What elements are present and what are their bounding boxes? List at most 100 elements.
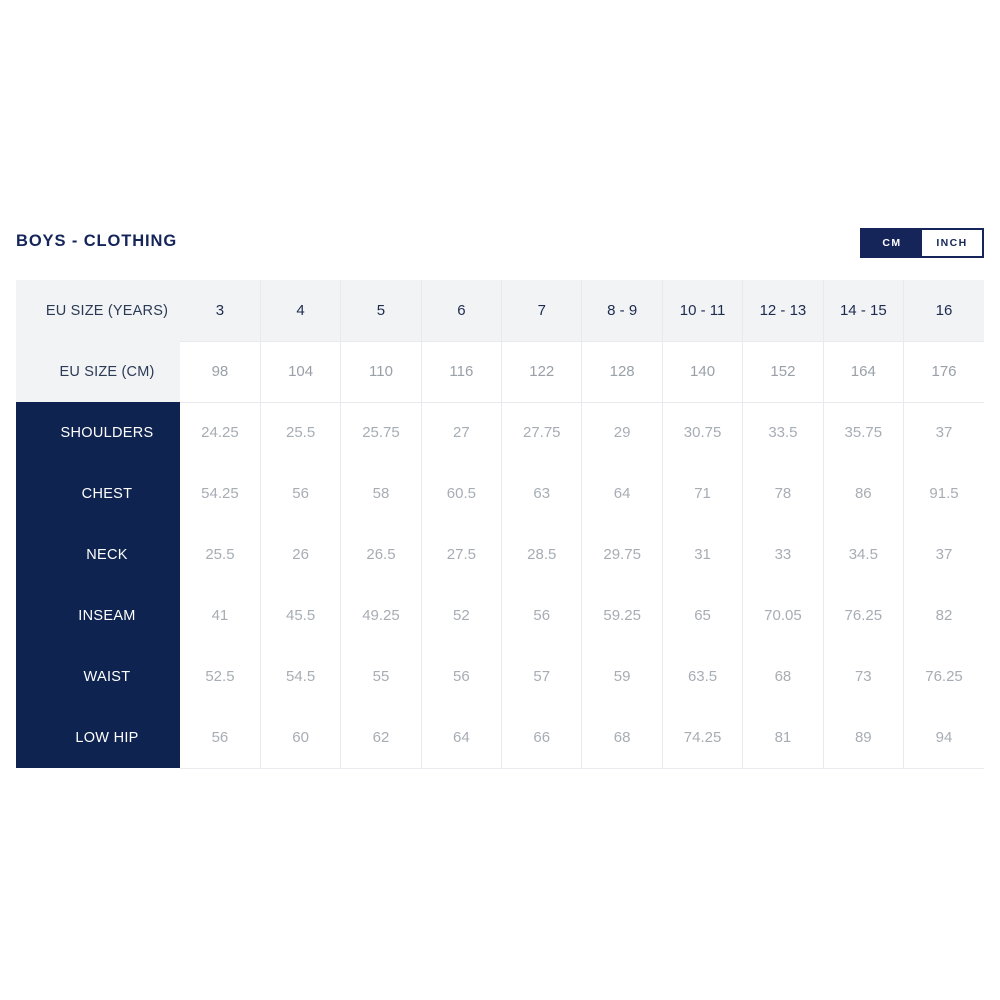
size-chart-table: EU SIZE (YEARS) 3 4 5 6 7 8 - 9 10 - 11 12 - 13 1… <box>16 280 984 769</box>
table-cell-measurement: 52 <box>421 585 503 646</box>
table-cell-measurement: 56 <box>180 707 261 769</box>
table-cell-measurement: 86 <box>823 463 905 524</box>
row-label-shoulders: SHOULDERS <box>16 402 180 463</box>
table-cell-measurement: 25.5 <box>180 524 261 585</box>
table-cell-measurement: 25.75 <box>340 402 422 463</box>
table-cell-measurement: 91.5 <box>903 463 984 524</box>
table-cell-measurement: 64 <box>421 707 503 769</box>
size-chart-page: BOYS - CLOTHING CM INCH EU SIZE (YEARS) 3… <box>0 0 1000 1000</box>
table-cell-measurement: 73 <box>823 646 905 707</box>
table-cell-size-years: 16 <box>903 280 984 341</box>
row-label-eu-size-cm: EU SIZE (CM) <box>16 341 180 402</box>
table-cell-measurement: 63 <box>501 463 583 524</box>
table-cell-measurement: 29 <box>581 402 663 463</box>
table-cell-size-cm: 164 <box>823 340 905 403</box>
table-cell-measurement: 33 <box>742 524 824 585</box>
table-cell-measurement: 89 <box>823 707 905 769</box>
table-cell-measurement: 30.75 <box>662 402 744 463</box>
table-cell-measurement: 54.25 <box>180 463 261 524</box>
table-row-low-hip: LOW HIP 56 60 62 64 66 68 74.25 81 89 94 <box>16 707 984 769</box>
row-label-waist: WAIST <box>16 646 180 707</box>
table-cell-measurement: 31 <box>662 524 744 585</box>
table-cell-measurement: 33.5 <box>742 402 824 463</box>
table-cell-size-cm: 104 <box>260 340 342 403</box>
table-cell-measurement: 76.25 <box>903 646 984 707</box>
table-cell-measurement: 27.75 <box>501 402 583 463</box>
table-cell-measurement: 62 <box>340 707 422 769</box>
table-cell-measurement: 60.5 <box>421 463 503 524</box>
table-cell-measurement: 27 <box>421 402 503 463</box>
table-cell-size-years: 7 <box>501 280 583 341</box>
row-label-neck: NECK <box>16 524 180 585</box>
table-cell-measurement: 26.5 <box>340 524 422 585</box>
table-cell-size-years: 6 <box>421 280 503 341</box>
table-row-neck: NECK 25.5 26 26.5 27.5 28.5 29.75 31 33 34.5 37 <box>16 524 984 585</box>
table-cell-measurement: 37 <box>903 402 984 463</box>
table-cell-measurement: 74.25 <box>662 707 744 769</box>
page-title: BOYS - CLOTHING <box>16 232 178 250</box>
table-row-eu-size-cm: EU SIZE (CM) 98 104 110 116 122 128 140 152 164 17… <box>16 340 984 403</box>
table-cell-measurement: 24.25 <box>180 402 261 463</box>
table-row-eu-size-years: EU SIZE (YEARS) 3 4 5 6 7 8 - 9 10 - 11 12 - 13 1… <box>16 280 984 341</box>
table-cell-measurement: 76.25 <box>823 585 905 646</box>
table-cell-measurement: 57 <box>501 646 583 707</box>
table-row-shoulders: SHOULDERS 24.25 25.5 25.75 27 27.75 29 30.75 33.… <box>16 402 984 463</box>
table-cell-size-cm: 116 <box>421 340 503 403</box>
table-row-inseam: INSEAM 41 45.5 49.25 52 56 59.25 65 70.05 76.25 82 <box>16 585 984 646</box>
table-cell-measurement: 66 <box>501 707 583 769</box>
table-cell-size-years: 3 <box>180 280 261 341</box>
table-cell-size-cm: 110 <box>340 340 422 403</box>
table-cell-size-years: 10 - 11 <box>662 280 744 341</box>
unit-option-inch[interactable]: INCH <box>922 230 982 256</box>
table-cell-measurement: 70.05 <box>742 585 824 646</box>
table-cell-size-cm: 140 <box>662 340 744 403</box>
table-cell-measurement: 28.5 <box>501 524 583 585</box>
table-cell-measurement: 71 <box>662 463 744 524</box>
table-cell-size-years: 8 - 9 <box>581 280 663 341</box>
table-cell-measurement: 56 <box>260 463 342 524</box>
chart-header: BOYS - CLOTHING CM INCH <box>16 224 984 268</box>
table-cell-measurement: 63.5 <box>662 646 744 707</box>
table-cell-measurement: 34.5 <box>823 524 905 585</box>
table-cell-size-cm: 152 <box>742 340 824 403</box>
table-cell-measurement: 35.75 <box>823 402 905 463</box>
table-cell-measurement: 65 <box>662 585 744 646</box>
unit-option-cm[interactable]: CM <box>862 230 922 256</box>
table-cell-measurement: 29.75 <box>581 524 663 585</box>
table-cell-size-cm: 176 <box>903 340 984 403</box>
table-cell-measurement: 55 <box>340 646 422 707</box>
table-cell-measurement: 68 <box>581 707 663 769</box>
table-cell-measurement: 49.25 <box>340 585 422 646</box>
row-label-low-hip: LOW HIP <box>16 707 180 768</box>
table-cell-size-cm: 122 <box>501 340 583 403</box>
table-cell-size-cm: 98 <box>180 340 261 403</box>
unit-toggle[interactable]: CM INCH <box>860 228 984 258</box>
table-cell-measurement: 56 <box>501 585 583 646</box>
table-cell-measurement: 94 <box>903 707 984 769</box>
table-cell-measurement: 26 <box>260 524 342 585</box>
table-cell-size-years: 14 - 15 <box>823 280 905 341</box>
table-cell-measurement: 41 <box>180 585 261 646</box>
table-cell-measurement: 52.5 <box>180 646 261 707</box>
table-cell-measurement: 82 <box>903 585 984 646</box>
row-label-inseam: INSEAM <box>16 585 180 646</box>
row-label-chest: CHEST <box>16 463 180 524</box>
table-cell-size-years: 5 <box>340 280 422 341</box>
table-cell-size-years: 12 - 13 <box>742 280 824 341</box>
table-cell-measurement: 27.5 <box>421 524 503 585</box>
table-cell-measurement: 54.5 <box>260 646 342 707</box>
table-cell-measurement: 45.5 <box>260 585 342 646</box>
table-cell-measurement: 81 <box>742 707 824 769</box>
table-cell-measurement: 78 <box>742 463 824 524</box>
table-cell-measurement: 64 <box>581 463 663 524</box>
table-cell-measurement: 58 <box>340 463 422 524</box>
table-cell-measurement: 60 <box>260 707 342 769</box>
table-cell-size-years: 4 <box>260 280 342 341</box>
table-row-chest: CHEST 54.25 56 58 60.5 63 64 71 78 86 91.5 <box>16 463 984 524</box>
table-cell-measurement: 68 <box>742 646 824 707</box>
table-cell-measurement: 59 <box>581 646 663 707</box>
table-cell-measurement: 37 <box>903 524 984 585</box>
table-cell-measurement: 59.25 <box>581 585 663 646</box>
table-cell-measurement: 25.5 <box>260 402 342 463</box>
table-cell-size-cm: 128 <box>581 340 663 403</box>
